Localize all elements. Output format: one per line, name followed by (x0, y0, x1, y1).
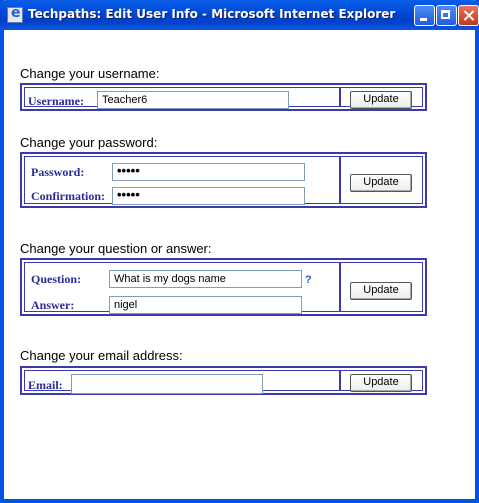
username-form: Username: Teacher6 Update (20, 83, 427, 111)
question-heading: Change your question or answer: (20, 241, 212, 256)
username-update-button[interactable]: Update (350, 91, 412, 109)
username-button-cell: Update (339, 87, 423, 109)
question-help-link[interactable]: ? (305, 274, 312, 286)
username-input[interactable]: Teacher6 (97, 91, 289, 109)
page-content: Change your username: Username: Teacher6… (4, 30, 475, 499)
title-bar[interactable]: Techpaths: Edit User Info - Microsoft In… (0, 0, 479, 30)
password-fields-cell: Password: ••••• Confirmation: ••••• (24, 156, 341, 205)
close-button[interactable] (458, 5, 479, 26)
confirmation-label: Confirmation: (31, 189, 105, 203)
answer-label: Answer: (31, 298, 75, 312)
confirmation-input[interactable]: ••••• (112, 187, 305, 205)
password-button-cell: Update (339, 156, 423, 204)
username-field-cell: Username: Teacher6 (24, 87, 341, 109)
browser-window: Techpaths: Edit User Info - Microsoft In… (0, 0, 479, 503)
question-button-cell: Update (339, 262, 423, 312)
question-input[interactable]: What is my dogs name (109, 270, 302, 288)
email-label: Email: (28, 378, 63, 392)
question-fields-cell: Question: What is my dogs name ? Answer:… (24, 262, 341, 314)
username-heading: Change your username: (20, 66, 160, 81)
maximize-button[interactable] (436, 5, 457, 26)
password-form: Password: ••••• Confirmation: ••••• Upda… (20, 152, 427, 208)
minimize-button[interactable] (414, 5, 435, 26)
username-label: Username: (28, 94, 84, 108)
email-field-cell: Email: (24, 370, 341, 394)
email-update-button[interactable]: Update (350, 374, 412, 392)
question-form: Question: What is my dogs name ? Answer:… (20, 258, 427, 316)
email-form: Email: Update (20, 366, 427, 395)
window-title: Techpaths: Edit User Info - Microsoft In… (28, 7, 396, 21)
password-heading: Change your password: (20, 135, 158, 150)
password-input[interactable]: ••••• (112, 163, 305, 181)
email-input[interactable] (71, 374, 263, 394)
password-label: Password: (31, 165, 85, 179)
email-button-cell: Update (339, 370, 423, 392)
question-update-button[interactable]: Update (350, 282, 412, 300)
email-heading: Change your email address: (20, 348, 183, 363)
password-update-button[interactable]: Update (350, 174, 412, 192)
internet-explorer-icon (7, 5, 23, 23)
question-label: Question: (31, 272, 82, 286)
answer-input[interactable]: nigel (109, 296, 302, 314)
